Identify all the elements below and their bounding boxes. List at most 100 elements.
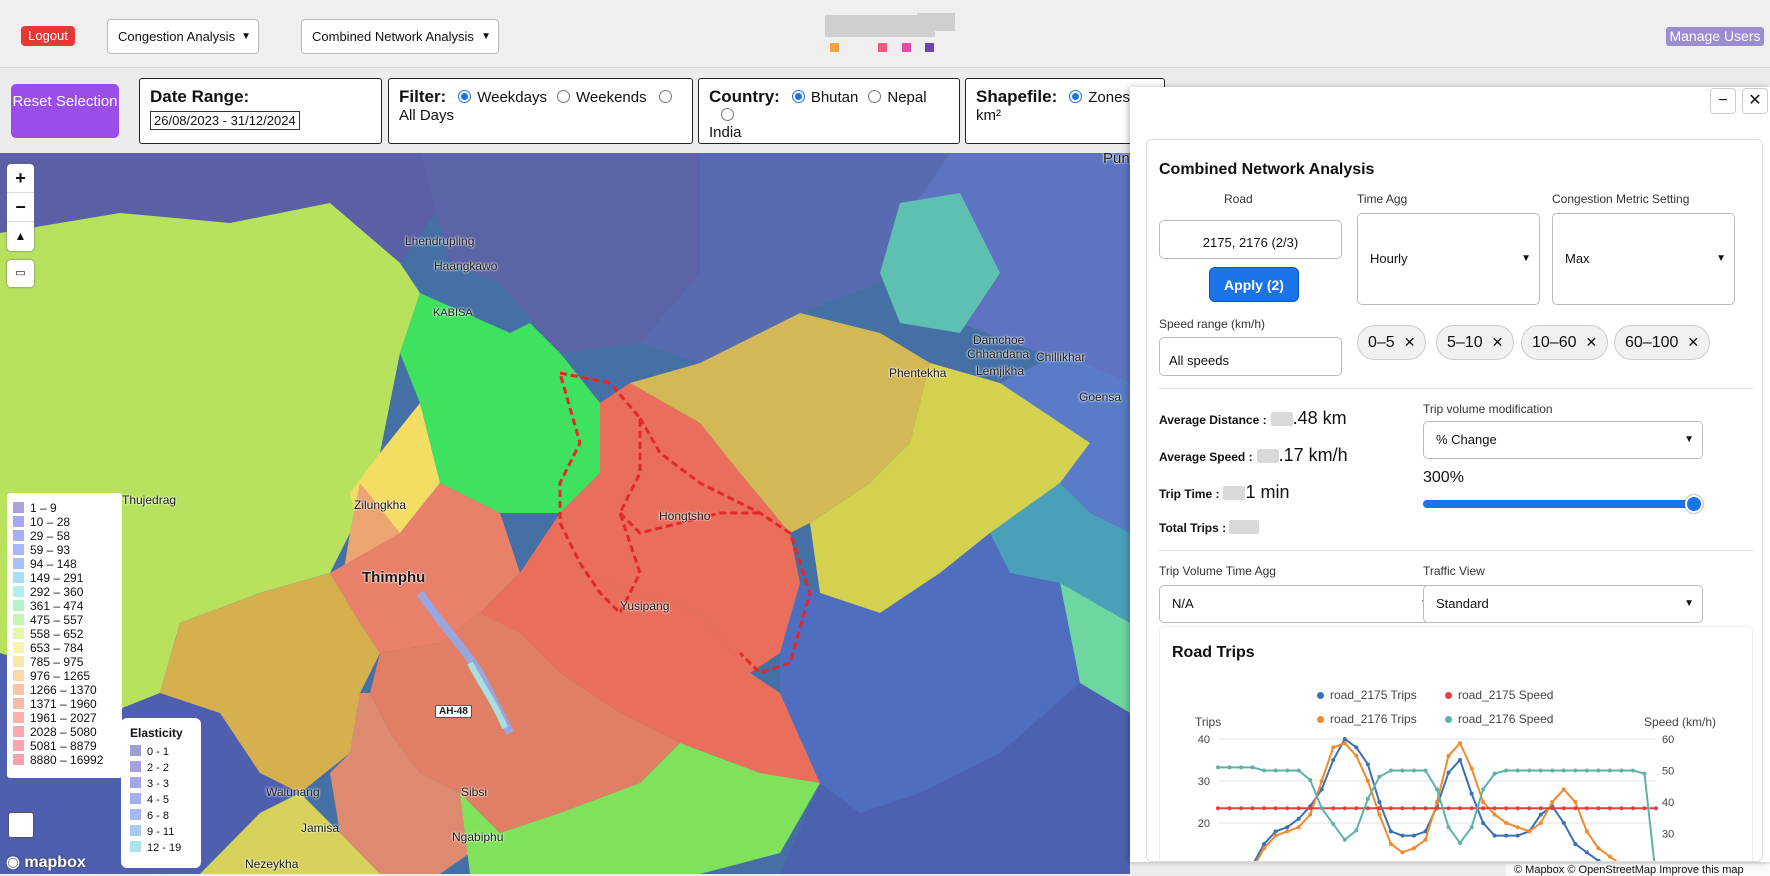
data-point [1504,806,1509,811]
legend-row: 10 – 28 [13,515,116,529]
elasticity-row: 9 - 11 [130,824,192,840]
y2-tick-label: 20 [1662,860,1674,862]
data-point [1400,850,1405,855]
legend-row: 976 – 1265 [13,669,116,683]
zones-radio[interactable] [1069,90,1083,103]
close-icon[interactable]: ✕ [1586,334,1598,350]
nepal-radio[interactable] [868,90,882,103]
india-radio[interactable] [721,108,734,121]
legend-swatch [13,712,24,723]
average-distance-value: .48 km [1292,408,1347,428]
data-point [1481,806,1486,811]
trip-volume-slider[interactable] [1423,500,1700,508]
speed-range-input[interactable]: All speeds [1159,337,1342,376]
close-icon[interactable]: ✕ [1687,334,1699,350]
minimize-button[interactable]: − [1710,88,1736,114]
top-bar: Logout Congestion Analysis ▼ Combined Net… [0,0,1770,68]
weekdays-radio[interactable] [458,90,472,103]
analysis-select[interactable]: Congestion Analysis ▼ [107,19,259,54]
mapbox-logo[interactable]: ◉ mapbox [6,852,86,872]
data-point [1308,806,1313,811]
map-checkbox[interactable] [8,812,34,838]
traffic-view-select[interactable]: Standard ▼ [1423,585,1703,623]
apply-button[interactable]: Apply (2) [1209,267,1299,302]
trip-volume-agg-select[interactable]: N/A▼ [1159,585,1439,623]
bhutan-radio[interactable] [791,90,805,103]
elasticity-range-label: 6 - 8 [147,810,170,822]
average-distance-label: Average Distance : [1159,413,1267,427]
data-point [1273,768,1278,773]
speed-chip-60-100[interactable]: 60–100 ✕ [1614,325,1711,360]
speed-chip-10-60[interactable]: 10–60 ✕ [1521,325,1609,360]
map-label-zilungkha: Zilungkha [354,498,407,512]
data-point [1446,825,1451,830]
date-range-input[interactable]: 26/08/2023 - 31/12/2024 [150,111,300,130]
average-speed-label: Average Speed : [1159,450,1253,464]
average-speed-value: .17 km/h [1278,445,1348,465]
zoom-out-button[interactable]: − [7,193,34,222]
map-attribution[interactable]: © Mapbox © OpenStreetMap Improve this ma… [1506,864,1770,876]
data-point [1550,768,1555,773]
data-point [1388,829,1393,834]
all-days-radio[interactable] [658,90,672,103]
data-point [1481,821,1486,825]
network-select[interactable]: Combined Network Analysis ▼ [301,19,499,54]
manage-users-button[interactable]: Manage Users [1666,27,1764,46]
zoom-control: + − ▲ [7,164,34,251]
close-icon[interactable]: ✕ [1404,334,1416,350]
legend-range-label: 2028 – 5080 [30,725,97,739]
data-point [1216,806,1220,811]
data-point [1607,854,1612,859]
compass-button[interactable]: ▲ [7,222,34,251]
slider-thumb[interactable] [1685,495,1703,513]
data-point [1469,791,1474,796]
traffic-view-label: Traffic View [1423,564,1485,578]
legend-swatch [13,726,24,737]
data-point [1285,806,1290,811]
ruler-icon[interactable]: ▭ [7,260,34,287]
legend-swatch [13,544,24,555]
data-point [1584,850,1589,855]
elasticity-legend: Elasticity 0 - 1 2 - 2 3 - 3 4 - 5 6 - 8 9 - … [121,718,201,868]
legend-swatch [13,656,24,667]
data-point [1273,829,1278,834]
total-trips-value-redacted [1229,520,1260,534]
congestion-metric-select[interactable]: Max ▼ [1552,213,1735,305]
data-point [1458,806,1463,811]
elasticity-range-label: 4 - 5 [147,794,170,806]
weekends-radio[interactable] [557,90,570,103]
data-point [1435,800,1439,804]
data-point [1285,829,1290,834]
map-label-chhandana: Chhandana [967,347,1030,361]
close-icon[interactable]: ✕ [1492,334,1504,350]
date-range-box: Date Range: 26/08/2023 - 31/12/2024 [139,78,382,144]
speed-chip-0-5[interactable]: 0–5 ✕ [1357,325,1427,360]
reset-selection-button[interactable]: Reset Selection [11,84,119,138]
road-select-input[interactable]: 2175, 2176 (2/3) [1159,220,1342,259]
zoom-in-button[interactable]: + [7,164,34,193]
panel-title: Combined Network Analysis [1159,161,1375,178]
legend-row: 558 – 652 [13,627,116,641]
data-point [1400,833,1405,838]
legend-row: 1 – 9 [13,501,116,515]
data-point [1239,806,1244,811]
data-point [1481,787,1486,792]
data-point [1630,806,1635,811]
road-trips-chart: Road Trips road_2175 Trips road_2175 Spe… [1159,626,1753,862]
close-button[interactable]: ✕ [1742,88,1768,114]
trip-volume-mod-value: % Change [1436,432,1497,447]
data-point [1469,825,1474,830]
elasticity-row: 0 - 1 [130,744,192,760]
data-point [1607,768,1612,773]
logout-button[interactable]: Logout [21,26,75,46]
data-point [1515,768,1520,773]
speed-chip-label: 0–5 [1368,334,1395,351]
congestion-metric-label: Congestion Metric Setting [1552,192,1690,206]
legend-row: 94 – 148 [13,557,116,571]
time-agg-select[interactable]: Hourly ▼ [1357,213,1540,305]
combined-network-panel: − ✕ Combined Network Analysis Road 2175,… [1130,87,1770,862]
legend-swatch [13,558,24,569]
speed-chip-5-10[interactable]: 5–10 ✕ [1436,325,1515,360]
legend-row: 29 – 58 [13,529,116,543]
trip-volume-mod-select[interactable]: % Change ▼ [1423,421,1703,459]
